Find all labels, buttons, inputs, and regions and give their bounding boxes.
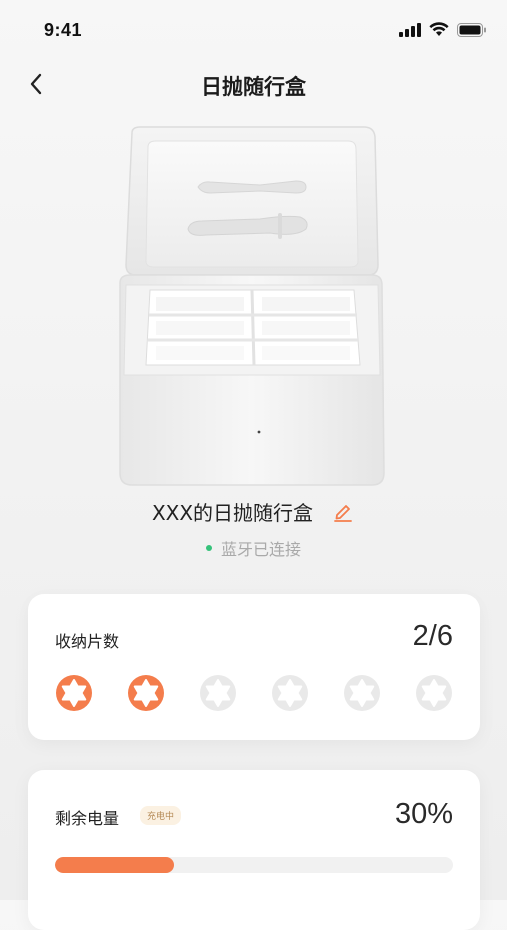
edit-name-button[interactable] bbox=[331, 499, 355, 523]
status-bar: 9:41 bbox=[0, 0, 507, 60]
lens-slot-empty[interactable] bbox=[199, 674, 237, 712]
lens-case-product-image bbox=[119, 126, 385, 486]
status-time: 9:41 bbox=[44, 20, 83, 40]
lens-slots bbox=[55, 674, 453, 712]
lens-slot-filled[interactable] bbox=[127, 674, 165, 712]
lens-slot-empty[interactable] bbox=[271, 674, 309, 712]
nav-bar: 日抛随行盒 bbox=[0, 60, 507, 110]
device-name-row: XXX的日抛随行盒 bbox=[0, 494, 507, 528]
page-title: 日抛随行盒 bbox=[201, 75, 306, 99]
connection-dot bbox=[205, 545, 212, 551]
status-icons bbox=[399, 22, 487, 37]
battery-progress-fill bbox=[55, 857, 175, 873]
storage-label: 收纳片数 bbox=[55, 632, 120, 651]
wifi-icon bbox=[429, 22, 449, 36]
storage-card: 收纳片数 2/6 bbox=[28, 594, 480, 740]
cellular-signal-icon bbox=[399, 22, 421, 37]
pencil-icon bbox=[334, 505, 352, 522]
battery-icon bbox=[457, 22, 486, 37]
device-name: XXX的日抛随行盒 bbox=[151, 500, 314, 525]
connection-text: 蓝牙已连接 bbox=[220, 540, 301, 559]
battery-card: 剩余电量 充电中 30% bbox=[28, 770, 480, 930]
lens-slot-empty[interactable] bbox=[343, 674, 381, 712]
battery-progress-track bbox=[55, 857, 453, 873]
charging-badge: 充电中 bbox=[140, 806, 182, 825]
battery-label: 剩余电量 bbox=[55, 809, 120, 828]
storage-value: 2/6 bbox=[412, 620, 453, 652]
connection-status: 蓝牙已连接 bbox=[0, 536, 507, 560]
lens-slot-filled[interactable] bbox=[55, 674, 93, 712]
lens-slot-empty[interactable] bbox=[415, 674, 453, 712]
battery-value: 30% bbox=[394, 798, 453, 830]
